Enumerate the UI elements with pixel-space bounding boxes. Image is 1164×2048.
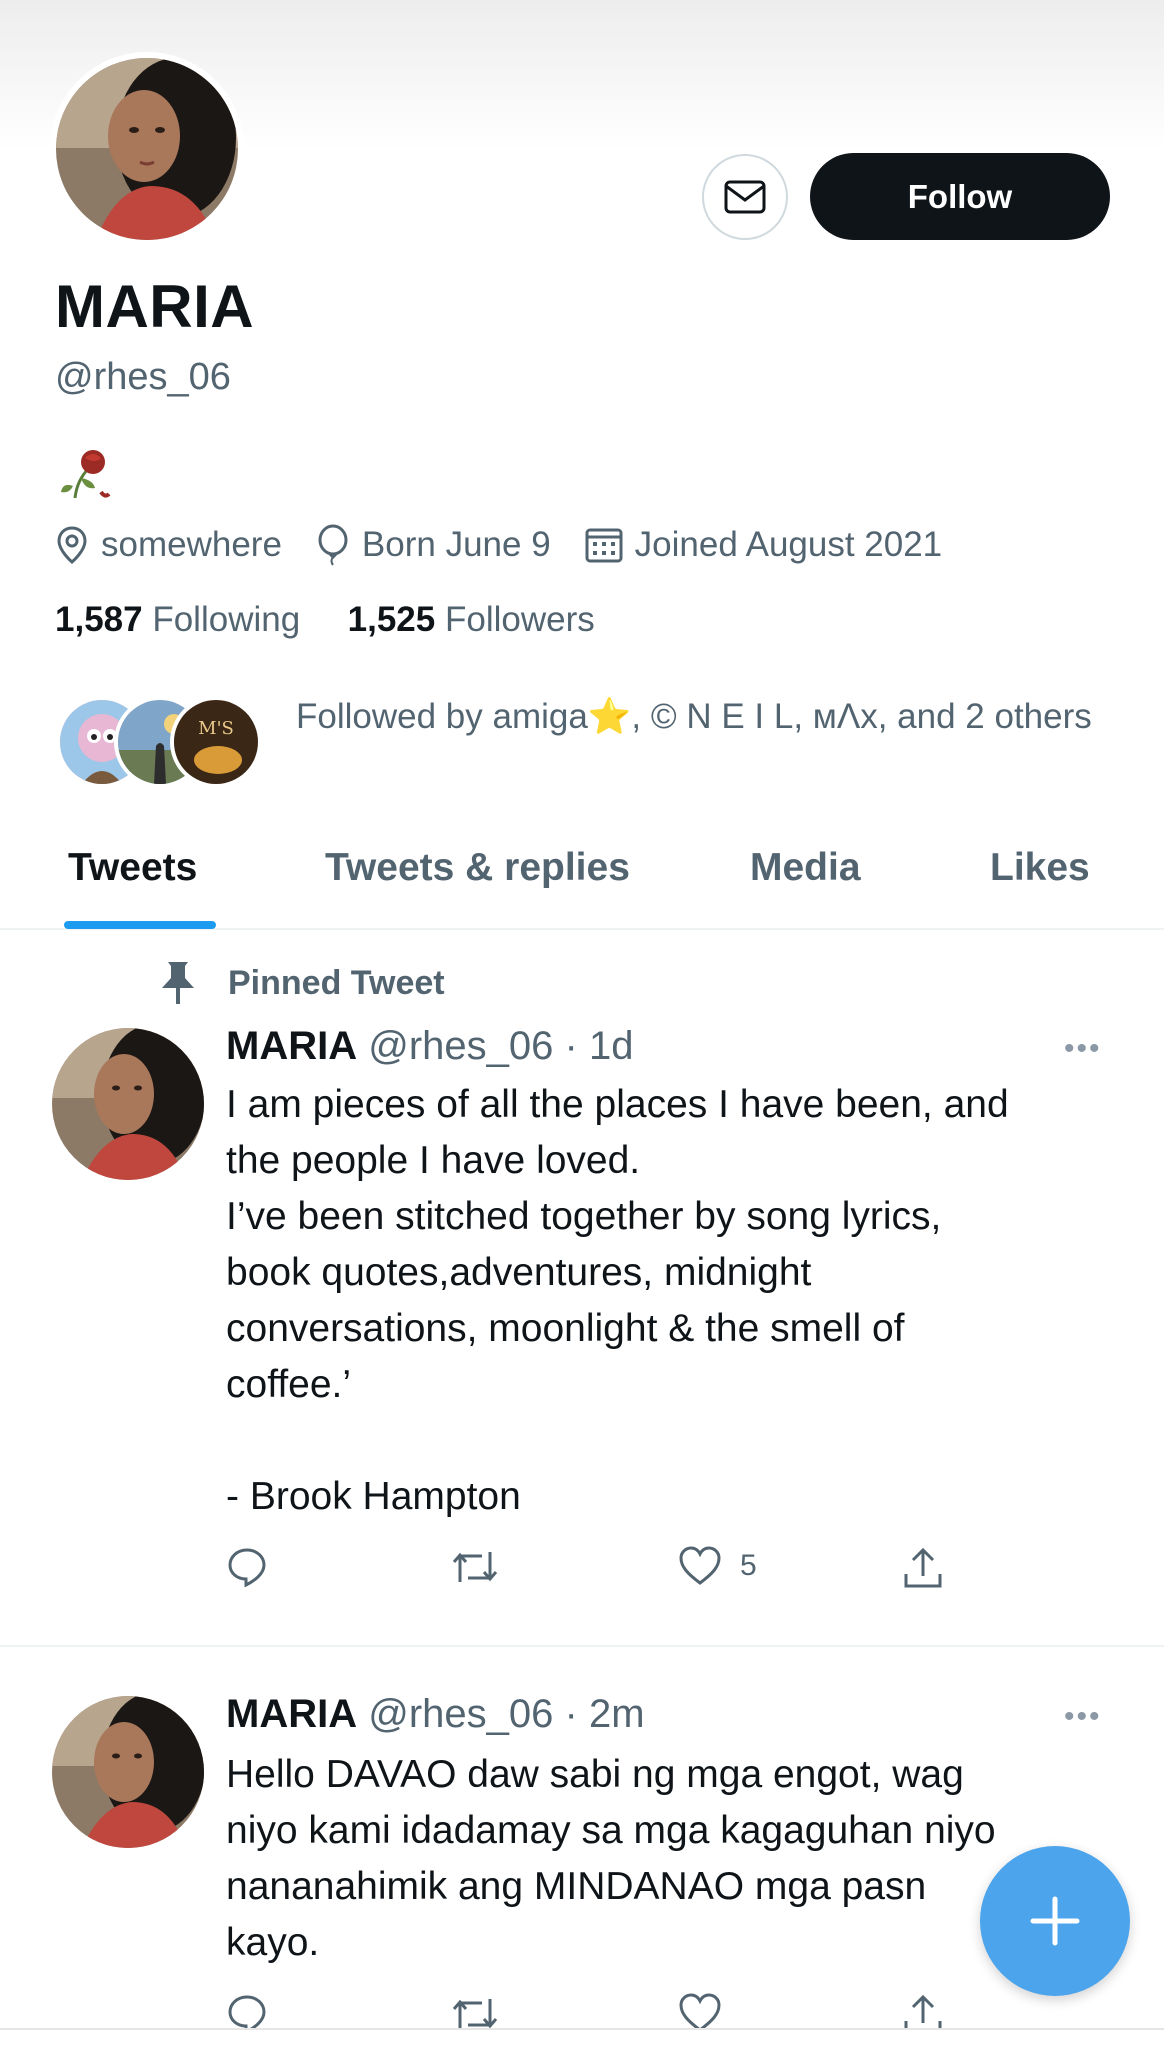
profile-handle: @rhes_06 <box>55 356 231 398</box>
share-button[interactable] <box>902 1993 962 2028</box>
location-text: somewhere <box>101 525 282 564</box>
reply-button[interactable] <box>226 1993 286 2028</box>
tweet-separator: · <box>564 1024 578 1068</box>
tweet-text: I am pieces of all the places I have bee… <box>226 1083 1009 1518</box>
tweet-header: MARIA @rhes_06 · 1d <box>226 1024 633 1069</box>
active-tab-indicator <box>64 921 216 929</box>
followers-label: Followers <box>444 600 595 639</box>
joined-text: Joined August 2021 <box>634 525 943 564</box>
tweet-header: MARIA @rhes_06 · 2m <box>226 1692 645 1737</box>
profile-avatar[interactable] <box>50 52 244 246</box>
bottom-divider <box>0 2028 1164 2030</box>
heart-icon <box>679 1546 721 1585</box>
tweet-divider <box>0 1645 1164 1647</box>
tweet-time[interactable]: 2m <box>589 1692 645 1736</box>
tweet-actions: 5 <box>226 1546 986 1596</box>
tab-tweets[interactable]: Tweets <box>68 846 197 890</box>
display-name: MARIA <box>55 273 255 340</box>
retweet-icon <box>452 1552 498 1582</box>
reply-button[interactable] <box>226 1546 286 1588</box>
like-button[interactable] <box>678 1993 740 2028</box>
follow-button[interactable]: Follow <box>810 153 1110 240</box>
tab-tweets-and-replies[interactable]: Tweets & replies <box>325 846 630 890</box>
following-count: 1,587 <box>55 600 143 639</box>
followers-count: 1,525 <box>347 600 436 639</box>
pin-icon <box>162 962 194 1004</box>
tweet-author-name[interactable]: MARIA <box>226 1692 357 1736</box>
location: somewhere <box>55 525 282 565</box>
share-button[interactable] <box>902 1546 962 1590</box>
tweet-author-name[interactable]: MARIA <box>226 1024 357 1068</box>
birthday-text: Born June 9 <box>361 525 551 564</box>
share-icon <box>904 1547 942 1588</box>
tweet-avatar[interactable] <box>52 1696 204 1848</box>
tab-likes[interactable]: Likes <box>990 846 1090 890</box>
retweet-icon <box>452 1999 498 2028</box>
follow-stats: 1,587 Following 1,525 Followers <box>55 600 595 640</box>
location-pin-icon <box>57 526 87 564</box>
tweet-avatar[interactable] <box>52 1028 204 1180</box>
tweet-author-handle[interactable]: @rhes_06 <box>368 1024 553 1068</box>
joined-date: Joined August 2021 <box>585 525 942 565</box>
balloon-icon <box>318 524 348 566</box>
pinned-label: Pinned Tweet <box>158 960 445 1006</box>
svg-text:M'S: M'S <box>198 718 234 739</box>
reply-icon <box>228 1548 266 1588</box>
like-button[interactable]: 5 <box>678 1546 757 1586</box>
tweet-author-handle[interactable]: @rhes_06 <box>368 1692 553 1736</box>
followed-by-text[interactable]: Followed by amiga⭐, © N E I L, мΛx, and … <box>296 690 1096 744</box>
message-button[interactable] <box>702 154 788 240</box>
more-options-icon[interactable]: ••• <box>1064 1032 1102 1066</box>
reply-icon <box>228 1995 266 2028</box>
retweet-button[interactable] <box>450 1993 518 2028</box>
following-link[interactable]: 1,587 Following <box>55 600 300 639</box>
tab-media[interactable]: Media <box>750 846 861 890</box>
profile-meta: somewhere Born June 9 Joined August 2021 <box>55 520 976 570</box>
plus-icon <box>1030 1896 1080 1946</box>
compose-tweet-button[interactable] <box>980 1846 1130 1996</box>
share-icon <box>904 1994 942 2028</box>
heart-icon <box>679 1993 721 2028</box>
more-options-icon[interactable]: ••• <box>1064 1700 1102 1734</box>
followers-link[interactable]: 1,525 Followers <box>348 600 595 639</box>
follower-avatar: M'S <box>170 696 262 788</box>
tweet-time[interactable]: 1d <box>589 1024 634 1068</box>
following-label: Following <box>152 600 301 639</box>
pinned-text: Pinned Tweet <box>228 963 445 1002</box>
tweet-separator: · <box>564 1692 578 1736</box>
birthday: Born June 9 <box>316 524 551 566</box>
envelope-icon <box>724 180 766 214</box>
tweet-actions <box>226 1993 986 2028</box>
calendar-icon <box>585 528 623 563</box>
profile-tabs: Tweets Tweets & replies Media Likes <box>0 830 1164 930</box>
wilted-rose-emoji <box>55 442 115 502</box>
like-count: 5 <box>740 1549 757 1582</box>
retweet-button[interactable] <box>450 1546 518 1588</box>
followed-by-avatars[interactable]: M'S <box>56 696 271 792</box>
tweet-text: Hello DAVAO daw sabi ng mga engot, wag n… <box>226 1753 996 1964</box>
